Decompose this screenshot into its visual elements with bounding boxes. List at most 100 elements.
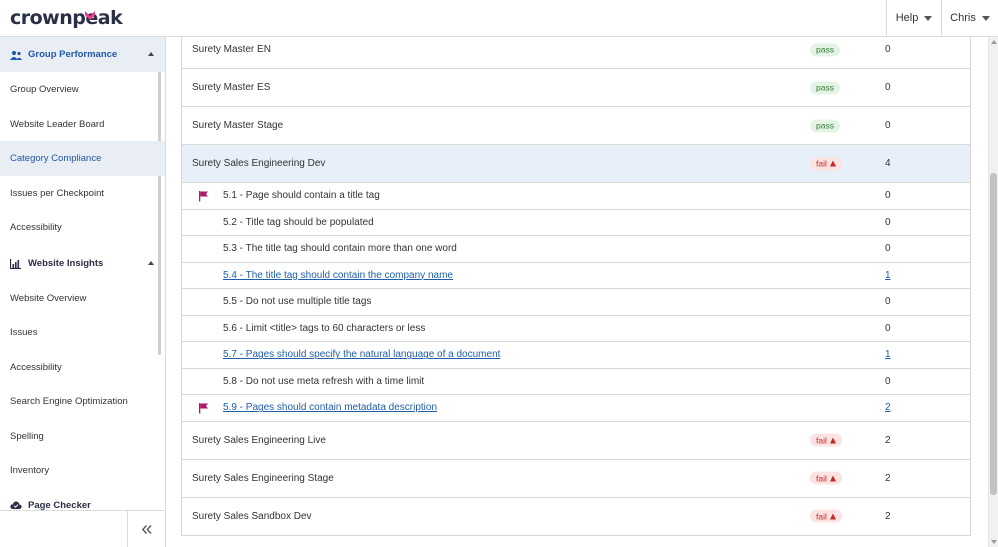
- compliance-table: Surety Master EN pass 0 Surety Master ES pas…: [181, 37, 971, 536]
- issue-count[interactable]: 1: [885, 263, 891, 289]
- checkpoint-row[interactable]: 5.3 - The title tag should contain more …: [182, 236, 970, 263]
- status-badge: pass: [810, 43, 840, 56]
- issue-count: 0: [885, 120, 891, 131]
- double-chevron-left-icon: [141, 525, 152, 534]
- checkpoint-row[interactable]: 5.8 - Do not use meta refresh with a tim…: [182, 369, 970, 395]
- help-menu[interactable]: Help: [886, 0, 941, 36]
- checkpoint-row[interactable]: 5.7 - Pages should specify the natural l…: [182, 342, 970, 369]
- flag-icon: [199, 190, 208, 202]
- sidebar-item-seo[interactable]: Search Engine Optimization: [0, 384, 165, 419]
- issue-count[interactable]: 2: [885, 395, 891, 421]
- status-badge: pass: [810, 119, 840, 132]
- issue-count: 2: [885, 434, 891, 446]
- sidebar-item-website-overview[interactable]: Website Overview: [0, 281, 165, 316]
- issue-count: 0: [885, 190, 891, 202]
- site-name: Surety Master Stage: [192, 120, 284, 131]
- status-label: fail: [816, 158, 827, 169]
- sidebar-item-spelling[interactable]: Spelling: [0, 419, 165, 454]
- warning-icon: [829, 437, 836, 443]
- users-icon: [10, 50, 22, 60]
- site-row[interactable]: Surety Master ES pass 0: [182, 69, 970, 107]
- flag-icon: [199, 402, 208, 414]
- checkpoint-row[interactable]: 5.5 - Do not use multiple title tags 0: [182, 289, 970, 316]
- chart-icon: [10, 258, 22, 269]
- status-label: pass: [816, 44, 834, 55]
- sidebar-item-label: Accessibility: [10, 362, 62, 373]
- checkpoint-name[interactable]: 5.4 - The title tag should contain the c…: [223, 263, 453, 289]
- sidebar-item-issues-per-checkpoint[interactable]: Issues per Checkpoint: [0, 176, 165, 211]
- sidebar-item-label: Website Leader Board: [10, 119, 105, 130]
- checkpoint-row[interactable]: 5.6 - Limit <title> tags to 60 character…: [182, 316, 970, 342]
- caret-down-icon: [981, 15, 990, 21]
- site-name: Surety Master ES: [192, 82, 271, 93]
- site-name: Surety Sales Engineering Live: [192, 434, 326, 446]
- scroll-down-icon[interactable]: [991, 540, 997, 544]
- sidebar-item-issues[interactable]: Issues: [0, 315, 165, 350]
- sidebar-section-website-insights[interactable]: Website Insights: [0, 246, 165, 281]
- sidebar-item-label: Inventory: [10, 465, 50, 476]
- scroll-up-icon[interactable]: [991, 40, 997, 44]
- sidebar-item-label: Website Overview: [10, 293, 87, 304]
- sidebar-section-group-performance[interactable]: Group Performance: [0, 37, 165, 72]
- status-label: pass: [816, 120, 834, 131]
- sidebar-item-label: Accessibility: [10, 222, 62, 233]
- status-label: fail: [816, 511, 827, 521]
- sidebar-item-label: Issues per Checkpoint: [10, 188, 104, 199]
- issue-count: 0: [885, 375, 891, 387]
- sidebar-footer: [0, 510, 165, 547]
- site-row[interactable]: Surety Sales Sandbox Dev fail 2: [182, 498, 970, 536]
- sidebar-item-category-compliance[interactable]: Category Compliance: [0, 141, 165, 176]
- status-badge: pass: [810, 81, 840, 94]
- site-row[interactable]: Surety Sales Engineering Dev fail 4: [182, 145, 970, 183]
- sidebar-item-group-overview[interactable]: Group Overview: [0, 72, 165, 107]
- issue-count[interactable]: 1: [885, 342, 891, 368]
- top-nav: Help Chris: [886, 0, 998, 36]
- sidebar-item-accessibility-insights[interactable]: Accessibility: [0, 350, 165, 385]
- checkpoint-name[interactable]: 5.9 - Pages should contain metadata desc…: [223, 395, 437, 421]
- status-label: fail: [816, 473, 827, 483]
- chevron-up-icon: [148, 52, 154, 56]
- checkpoint-row[interactable]: 5.1 - Page should contain a title tag 0: [182, 183, 970, 210]
- status-badge: fail: [810, 433, 842, 447]
- checkpoint-row[interactable]: 5.2 - Title tag should be populated 0: [182, 210, 970, 236]
- checkpoint-name: 5.2 - Title tag should be populated: [223, 216, 374, 228]
- site-row[interactable]: Surety Sales Engineering Stage fail 2: [182, 460, 970, 498]
- sidebar-item-inventory[interactable]: Inventory: [0, 453, 165, 488]
- site-row[interactable]: Surety Master Stage pass 0: [182, 107, 970, 145]
- checkpoint-name[interactable]: 5.7 - Pages should specify the natural l…: [223, 342, 500, 368]
- issue-count: 4: [885, 158, 891, 169]
- status-label: fail: [816, 435, 827, 445]
- checkpoint-row[interactable]: 5.4 - The title tag should contain the c…: [182, 263, 970, 289]
- warning-icon: [829, 160, 836, 167]
- site-row[interactable]: Surety Sales Engineering Live fail 2: [182, 422, 970, 460]
- sidebar-section-label: Page Checker: [28, 499, 91, 511]
- status-label: pass: [816, 82, 834, 93]
- collapse-sidebar-button[interactable]: [127, 511, 165, 547]
- cloud-check-icon: [10, 500, 22, 510]
- sidebar-item-label: Issues: [10, 327, 38, 338]
- warning-icon: [829, 475, 836, 481]
- issue-count: 0: [885, 296, 891, 308]
- site-row[interactable]: Surety Master EN pass 0: [182, 37, 970, 69]
- main-content: Surety Master EN pass 0 Surety Master ES pas…: [166, 37, 998, 547]
- top-bar: crownpeak Help Chris: [0, 0, 998, 37]
- page-scrollbar[interactable]: [988, 37, 998, 547]
- sidebar-item-website-leader-board[interactable]: Website Leader Board: [0, 107, 165, 142]
- issue-count: 2: [885, 510, 891, 522]
- checkpoint-row[interactable]: 5.9 - Pages should contain metadata desc…: [182, 395, 970, 422]
- crownpeak-logo[interactable]: crownpeak: [10, 7, 123, 29]
- sidebar-item-label: Search Engine Optimization: [10, 396, 128, 407]
- scrollbar-thumb[interactable]: [990, 173, 997, 495]
- site-name: Surety Sales Sandbox Dev: [192, 510, 312, 522]
- logo-mark-icon: [85, 11, 95, 20]
- checkpoint-name: 5.8 - Do not use meta refresh with a tim…: [223, 375, 425, 387]
- warning-icon: [829, 513, 836, 519]
- sidebar-item-label: Spelling: [10, 431, 44, 442]
- chevron-up-icon: [148, 261, 154, 265]
- sidebar-item-accessibility[interactable]: Accessibility: [0, 210, 165, 245]
- issue-count: 0: [885, 322, 891, 334]
- user-menu[interactable]: Chris: [941, 0, 998, 36]
- status-badge: fail: [810, 471, 842, 485]
- issue-count: 2: [885, 472, 891, 484]
- issue-count: 0: [885, 216, 891, 228]
